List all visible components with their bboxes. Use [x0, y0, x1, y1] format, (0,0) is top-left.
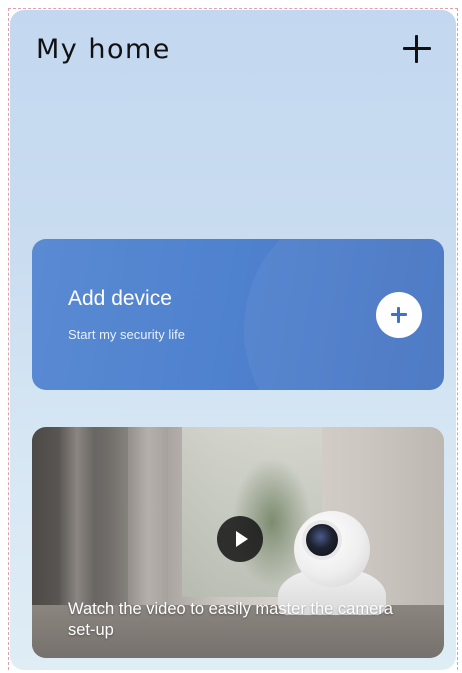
play-icon[interactable]: [217, 516, 263, 562]
header: My home: [10, 10, 456, 90]
video-thumbnail-curtain: [60, 427, 94, 607]
camera-image-lens: [302, 520, 342, 560]
page-title: My home: [36, 34, 171, 65]
home-screen: My home Add device Start my security lif…: [10, 10, 456, 670]
add-device-card[interactable]: Add device Start my security life: [32, 239, 444, 390]
add-device-plus-icon[interactable]: [376, 292, 422, 338]
video-thumbnail-curtain: [128, 427, 168, 607]
tutorial-video-card[interactable]: Watch the video to easily master the cam…: [32, 427, 444, 658]
video-caption: Watch the video to easily master the cam…: [68, 600, 393, 639]
add-device-subtitle: Start my security life: [68, 327, 186, 342]
add-icon[interactable]: [400, 32, 434, 66]
add-device-title: Add device: [68, 287, 172, 310]
